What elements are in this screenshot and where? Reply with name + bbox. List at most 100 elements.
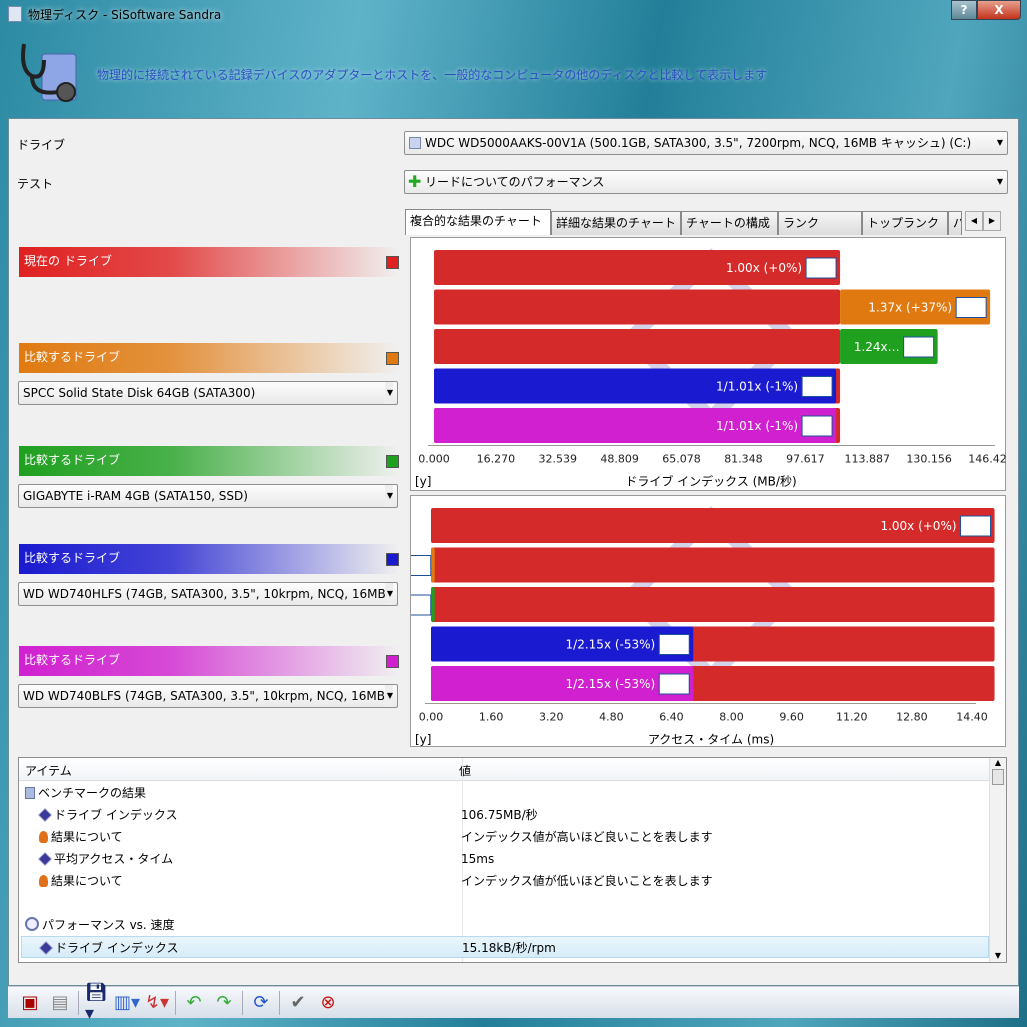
grid-row[interactable]: 結果について インデックス値が高いほど良いことを表します	[21, 826, 989, 848]
compare-drive-select-3[interactable]: WD WD740HLFS (74GB, SATA300, 3.5", 10krp…	[18, 582, 398, 606]
x-tick-label: 48.809	[600, 453, 639, 466]
diamond-icon	[38, 852, 52, 866]
clock-icon	[25, 917, 39, 931]
tab-more[interactable]: パ	[948, 211, 962, 235]
brand-logo	[955, 297, 987, 318]
x-tick-label: 81.348	[724, 453, 763, 466]
vertical-scrollbar[interactable]: ▲ ▼	[989, 758, 1006, 962]
x-tick-label: 6.40	[659, 711, 684, 724]
chevron-down-icon: ▼	[996, 138, 1003, 147]
tab-combined-chart[interactable]: 複合的な結果のチャート	[405, 209, 551, 235]
drive-band-0: 現在の ドライブ	[19, 247, 399, 277]
compare-drive-value: WD WD740HLFS (74GB, SATA300, 3.5", 10krp…	[23, 587, 386, 601]
tab-scroll-left[interactable]: ◀	[965, 211, 983, 231]
row-item: ドライブ インデックス	[54, 808, 178, 822]
tab-scroll-right[interactable]: ▶	[983, 211, 1001, 231]
tab-top-rank[interactable]: トップランク	[862, 211, 948, 235]
drive-select[interactable]: WDC WD5000AAKS-00V1A (500.1GB, SATA300, …	[404, 131, 1008, 155]
bulb-icon	[39, 831, 48, 843]
access-time-chart: 1.00x (+0%) 1/2.15x (-53%) 1/2.15x (-53%) 0…	[410, 495, 1006, 747]
compare-drive-value: SPCC Solid State Disk 64GB (SATA300)	[23, 386, 256, 400]
report-icon[interactable]: ▣	[18, 991, 42, 1015]
brand-logo	[960, 515, 992, 537]
x-axis-title: ドライブ インデックス (MB/秒)	[625, 474, 796, 489]
column-header-item[interactable]: アイテム	[25, 762, 72, 779]
x-tick-label: 11.20	[836, 711, 868, 724]
diamond-icon	[39, 941, 53, 955]
x-tick-label: 0.000	[418, 453, 450, 466]
color-swatch	[386, 256, 399, 269]
chart-icon[interactable]: ▥▾	[114, 991, 140, 1015]
drive-band-label: 比較するドライブ	[24, 551, 121, 565]
disk-icon	[409, 137, 421, 149]
row-item: パフォーマンス vs. 速度	[42, 918, 175, 932]
color-swatch	[386, 455, 399, 468]
x-tick-label: 12.80	[896, 711, 928, 724]
grid-row[interactable]: ドライブ インデックス 106.75MB/秒	[21, 804, 989, 826]
drive-band-3: 比較するドライブ	[19, 544, 399, 574]
x-tick-label: 0.00	[419, 711, 444, 724]
plus-icon: ✚	[408, 172, 422, 191]
forward-icon[interactable]: ↷	[212, 991, 236, 1015]
bulb-icon	[39, 875, 48, 887]
bar-baseline	[431, 587, 995, 622]
refresh-icon[interactable]: ⟳	[249, 991, 273, 1015]
color-swatch	[386, 655, 399, 668]
brand-logo	[658, 634, 690, 655]
compare-drive-select-1[interactable]: SPCC Solid State Disk 64GB (SATA300) ▼	[18, 381, 398, 405]
grid-row[interactable]: 結果について インデックス値が低いほど良いことを表します	[21, 870, 989, 892]
y-axis-label: [y]	[415, 475, 431, 489]
grid-row[interactable]: パフォーマンス vs. 速度	[21, 914, 989, 936]
help-button[interactable]: ?	[951, 0, 977, 20]
grid-row[interactable]: ベンチマークの結果	[21, 782, 989, 804]
color-swatch	[386, 553, 399, 566]
main-panel: ドライブ WDC WD5000AAKS-00V1A (500.1GB, SATA…	[8, 118, 1019, 986]
save-icon[interactable]: 💾︎▾	[85, 982, 109, 1024]
compare-drive-select-4[interactable]: WD WD740BLFS (74GB, SATA300, 3.5", 10krp…	[18, 684, 398, 708]
app-icon	[8, 6, 22, 22]
bar-1	[431, 547, 435, 583]
disk-icon	[25, 787, 35, 799]
graph-icon[interactable]: ↯▾	[145, 991, 169, 1015]
test-select[interactable]: ✚ リードについてのパフォーマンス ▼	[404, 170, 1008, 194]
bar-data-label: 1/1.01x (-1%)	[716, 380, 798, 394]
close-button[interactable]: X	[977, 0, 1021, 20]
chevron-down-icon: ▼	[384, 485, 393, 507]
grid-row[interactable]: ドライブ インデックス 15.18kB/秒/rpm	[21, 936, 989, 958]
tab-detailed-chart[interactable]: 詳細な結果のチャート	[551, 211, 681, 235]
column-header-value[interactable]: 値	[459, 762, 471, 779]
cancel-icon[interactable]: ⊗	[316, 991, 340, 1015]
row-item: ドライブ インデックス	[55, 941, 179, 955]
toolbar: ▣ ▤ 💾︎▾ ▥▾ ↯▾ ↶ ↷ ⟳ ✔ ⊗	[8, 982, 1019, 1024]
ok-icon[interactable]: ✔	[286, 991, 310, 1015]
x-tick-label: 146.426	[968, 453, 1007, 466]
chevron-down-icon: ▼	[384, 382, 393, 404]
x-tick-label: 32.539	[539, 453, 578, 466]
drive-band-1: 比較するドライブ	[19, 343, 399, 373]
drive-label: ドライブ	[17, 138, 66, 152]
compare-drive-select-2[interactable]: GIGABYTE i-RAM 4GB (SATA150, SSD) ▼	[18, 484, 398, 508]
row-item: 結果について	[51, 874, 123, 888]
back-icon[interactable]: ↶	[182, 991, 206, 1015]
grid-row[interactable]	[21, 892, 989, 914]
page-description: 物理的に接続されている記録デバイスのアダプターとホストを、一般的なコンピュータの…	[97, 68, 768, 82]
chevron-down-icon: ▼	[384, 685, 393, 707]
tab-rank[interactable]: ランク	[778, 211, 862, 235]
drive-band-label: 比較するドライブ	[24, 350, 121, 364]
results-grid: アイテム 値 ベンチマークの結果ドライブ インデックス 106.75MB/秒結果につ…	[18, 757, 1007, 963]
test-label: テスト	[17, 177, 54, 191]
row-value: インデックス値が低いほど良いことを表します	[461, 874, 713, 888]
grid-row[interactable]: 平均アクセス・タイム 15ms	[21, 848, 989, 870]
bar-data-label: 1/2.15x (-53%)	[566, 677, 656, 691]
row-item: ベンチマークの結果	[38, 786, 147, 800]
tab-chart-config[interactable]: チャートの構成	[681, 211, 778, 235]
drive-select-value: WDC WD5000AAKS-00V1A (500.1GB, SATA300, …	[425, 136, 972, 150]
x-tick-label: 16.270	[477, 453, 516, 466]
row-value: 106.75MB/秒	[461, 808, 538, 822]
row-item: 平均アクセス・タイム	[54, 852, 174, 866]
drive-band-4: 比較するドライブ	[19, 646, 399, 676]
copy-icon[interactable]: ▤	[48, 991, 72, 1015]
row-value: 15ms	[461, 852, 495, 866]
bar-data-label: 1.24x…	[854, 340, 900, 354]
x-tick-label: 9.60	[779, 711, 804, 724]
